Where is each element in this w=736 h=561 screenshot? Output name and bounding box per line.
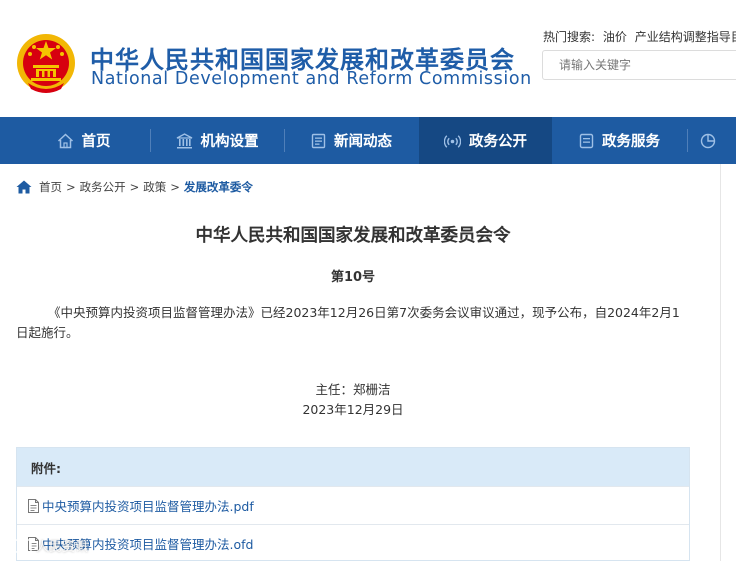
site-header: 中华人民共和国国家发展和改革委员会 National Development a… <box>0 0 736 117</box>
attachments-panel: 附件: 中央预算内投资项目监督管理办法.pdf 中央预算内投资项目监督管理办法.… <box>16 447 690 561</box>
nav-item-news[interactable]: 新闻动态 <box>285 117 418 164</box>
breadcrumb: 首页 > 政务公开 > 政策 > 发展改革委令 <box>16 179 253 195</box>
search-input[interactable] <box>543 51 736 79</box>
breadcrumb-government-affairs[interactable]: 政务公开 <box>80 179 126 195</box>
attachment-link-pdf[interactable]: 中央预算内投资项目监督管理办法.pdf <box>17 486 689 524</box>
article-title: 中华人民共和国国家发展和改革委员会令 <box>195 226 511 246</box>
nav-item-government-services[interactable]: 政务服务 <box>553 117 686 164</box>
institution-icon <box>176 132 192 148</box>
signer-line: 主任：郑栅洁 <box>315 382 391 397</box>
breadcrumb-policy[interactable]: 政策 <box>143 179 166 195</box>
national-emblem-icon[interactable] <box>16 33 76 95</box>
breadcrumb-separator: > <box>66 180 76 194</box>
breadcrumb-home[interactable]: 首页 <box>39 179 62 195</box>
hot-search-bar: 热门搜索: 油价 产业结构调整指导目录 <box>543 28 736 45</box>
breadcrumb-current[interactable]: 发展改革委令 <box>184 179 253 195</box>
attachment-link-ofd[interactable]: 中央预算内投资项目监督管理办法.ofd <box>17 524 689 561</box>
nav-item-label: 机构设置 <box>200 134 259 150</box>
content-divider <box>720 164 721 561</box>
search-box[interactable] <box>542 50 736 80</box>
nav-item-label: 新闻动态 <box>334 134 392 150</box>
home-icon <box>57 132 73 148</box>
site-logo-english[interactable]: National Development and Reform Commissi… <box>91 69 532 89</box>
home-icon[interactable] <box>16 180 32 194</box>
article-body: 《中央预算内投资项目监督管理办法》已经2023年12月26日第7次委务会议审议通… <box>16 305 680 340</box>
broadcast-icon <box>444 134 461 148</box>
attachments-heading: 附件: <box>17 448 689 486</box>
nav-divider <box>687 129 688 152</box>
nav-item-institutions[interactable]: 机构设置 <box>151 117 283 164</box>
attachment-name[interactable]: 中央预算内投资项目监督管理办法.pdf <box>42 496 254 515</box>
signing-date: 2023年12月29日 <box>302 402 404 417</box>
nav-item-label: 政务公开 <box>469 134 527 150</box>
hot-search-term-industry-catalog[interactable]: 产业结构调整指导目录 <box>635 30 736 44</box>
news-icon <box>311 133 326 148</box>
watermark-text: 人民资讯 <box>36 540 89 555</box>
breadcrumb-separator: > <box>129 180 140 194</box>
main-nav: 首页 机构设置 新闻动态 政务公开 政务服务 <box>0 117 736 164</box>
document-icon <box>28 498 39 513</box>
breadcrumb-separator: > <box>170 180 180 194</box>
hot-search-term-oil-price[interactable]: 油价 <box>603 30 627 44</box>
order-number: 第10号 <box>330 270 376 285</box>
nav-item-government-affairs[interactable]: 政务公开 <box>419 117 552 164</box>
nav-item-data[interactable] <box>700 117 736 164</box>
watermark: 人民资讯 <box>10 536 88 555</box>
service-icon <box>579 133 594 148</box>
watermark-logo-icon <box>10 538 32 553</box>
nav-item-label: 首页 <box>81 134 111 150</box>
nav-item-label: 政务服务 <box>602 134 660 150</box>
nav-item-home[interactable]: 首页 <box>20 117 147 164</box>
hot-search-label: 热门搜索: <box>543 30 596 44</box>
chart-icon <box>700 133 716 148</box>
